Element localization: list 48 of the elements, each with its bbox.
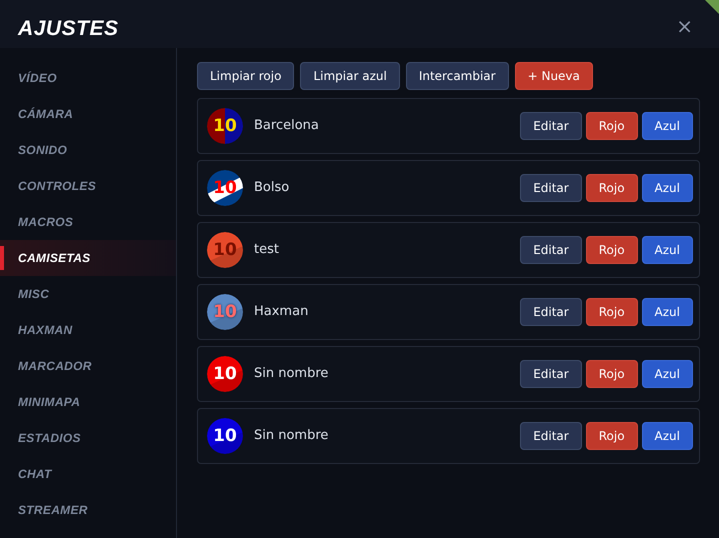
action-button[interactable]: Rojo <box>586 298 638 326</box>
sidebar-item[interactable]: CÁMARA <box>0 96 176 132</box>
action-button[interactable]: Rojo <box>586 422 638 450</box>
jersey-number: 10 <box>213 304 237 320</box>
action-button[interactable]: Azul <box>642 236 693 264</box>
jersey-name: Sin nombre <box>254 365 330 384</box>
action-button[interactable]: Editar <box>520 422 582 450</box>
sidebar-item[interactable]: HAXMAN <box>0 312 176 348</box>
sidebar-item[interactable]: CHAT <box>0 456 176 492</box>
jersey-number: 10 <box>213 366 237 382</box>
jersey-name: Bolso <box>254 179 290 198</box>
jersey-number: 10 <box>213 428 237 444</box>
jersey-name: Sin nombre <box>254 427 330 446</box>
action-button[interactable]: Rojo <box>586 236 638 264</box>
jersey-name: test <box>254 241 280 260</box>
sidebar-item[interactable]: MARCADOR <box>0 348 176 384</box>
action-button[interactable]: Rojo <box>586 112 638 140</box>
sidebar-item[interactable]: ESTADIOS <box>0 420 176 456</box>
close-button[interactable]: × <box>676 16 693 36</box>
action-button[interactable]: Limpiar rojo <box>197 62 294 90</box>
action-button[interactable]: Azul <box>642 112 693 140</box>
action-button[interactable]: Limpiar azul <box>300 62 400 90</box>
sidebar-item[interactable]: SONIDO <box>0 132 176 168</box>
sidebar-item[interactable]: CAMISETAS <box>0 240 176 276</box>
action-button[interactable]: Editar <box>520 298 582 326</box>
sidebar-item[interactable]: VÍDEO <box>0 60 176 96</box>
corner-mark <box>705 0 719 14</box>
action-button[interactable]: Rojo <box>586 174 638 202</box>
action-button[interactable]: Azul <box>642 174 693 202</box>
action-button[interactable]: Azul <box>642 360 693 388</box>
action-button[interactable]: Rojo <box>586 360 638 388</box>
jersey-name: Barcelona <box>254 117 320 136</box>
sidebar-item[interactable]: CONTROLES <box>0 168 176 204</box>
action-button[interactable]: Editar <box>520 360 582 388</box>
sidebar-item[interactable]: MACROS <box>0 204 176 240</box>
action-button[interactable]: Intercambiar <box>406 62 509 90</box>
window-title: AJUSTES <box>18 16 119 42</box>
sidebar-item[interactable]: MINIMAPA <box>0 384 176 420</box>
jersey-number: 10 <box>213 242 237 258</box>
action-button[interactable]: Azul <box>642 422 693 450</box>
jersey-name: Haxman <box>254 303 310 322</box>
sidebar-item[interactable]: STREAMER <box>0 492 176 528</box>
action-button[interactable]: Editar <box>520 112 582 140</box>
sidebar-item[interactable]: MISC <box>0 276 176 312</box>
action-button[interactable]: Azul <box>642 298 693 326</box>
action-button[interactable]: + Nueva <box>514 62 593 90</box>
action-button[interactable]: Editar <box>520 236 582 264</box>
action-button[interactable]: Editar <box>520 174 582 202</box>
